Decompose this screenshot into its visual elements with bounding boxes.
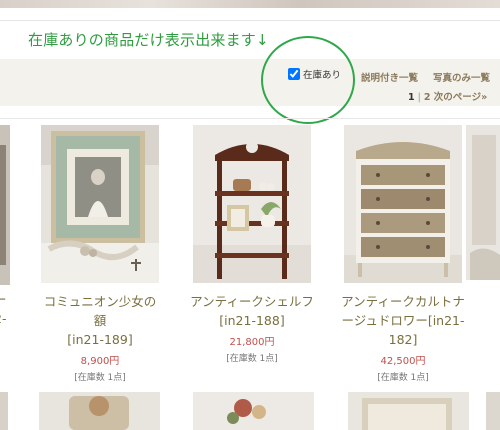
stock-count: [在庫数 1点]	[74, 373, 126, 383]
product-price: 8,900円	[80, 356, 120, 367]
stock-count: [在庫数 1点]	[226, 354, 278, 364]
product-photo[interactable]	[348, 392, 469, 430]
product-photo[interactable]	[193, 392, 314, 430]
product-price: 21,800円	[229, 337, 275, 348]
next-page-link[interactable]: 次のページ»	[434, 92, 487, 103]
annotation-note: 在庫ありの商品だけ表示出来ます↓	[28, 31, 269, 49]
divider	[0, 20, 500, 21]
divider	[0, 118, 500, 119]
product-name[interactable]: アンティークカルトナ ージュドロワー[in21- 182]	[341, 292, 465, 349]
product-name-partial[interactable]: ー 2-	[0, 290, 7, 328]
product-card: コミュニオン少女の額 [in21-189] 8,900円 [在庫数 1点]	[38, 125, 162, 383]
product-photo-partial[interactable]	[0, 392, 8, 430]
product-photo[interactable]	[39, 392, 160, 430]
pager-separator: |	[417, 92, 421, 103]
view-photos-only-link[interactable]: 写真のみ一覧	[433, 70, 490, 84]
product-photo[interactable]	[193, 125, 311, 283]
page-2-link[interactable]: 2	[424, 92, 431, 103]
in-stock-label[interactable]: 在庫あり	[303, 67, 341, 81]
product-photo[interactable]	[344, 125, 462, 283]
product-card: アンティークシェルフ [in21-188] 21,800円 [在庫数 1点]	[190, 125, 314, 364]
product-card: アンティークカルトナ ージュドロワー[in21- 182] 42,500円 [在…	[341, 125, 465, 383]
product-photo[interactable]	[41, 125, 159, 283]
in-stock-filter[interactable]: 在庫あり	[288, 67, 341, 81]
top-banner-strip	[0, 0, 500, 8]
product-price: 42,500円	[380, 356, 426, 367]
product-photo-partial[interactable]	[0, 125, 10, 285]
pagination: 1 | 2 次のページ»	[408, 89, 487, 103]
product-name[interactable]: コミュニオン少女の額 [in21-189]	[38, 292, 162, 349]
product-photo-partial[interactable]	[466, 125, 500, 280]
product-photo-partial[interactable]	[486, 392, 500, 430]
product-name[interactable]: アンティークシェルフ [in21-188]	[190, 292, 314, 330]
current-page: 1	[408, 92, 415, 103]
view-with-description-link[interactable]: 説明付き一覧	[361, 70, 418, 84]
stock-count: [在庫数 1点]	[377, 373, 429, 383]
in-stock-checkbox[interactable]	[288, 68, 300, 80]
